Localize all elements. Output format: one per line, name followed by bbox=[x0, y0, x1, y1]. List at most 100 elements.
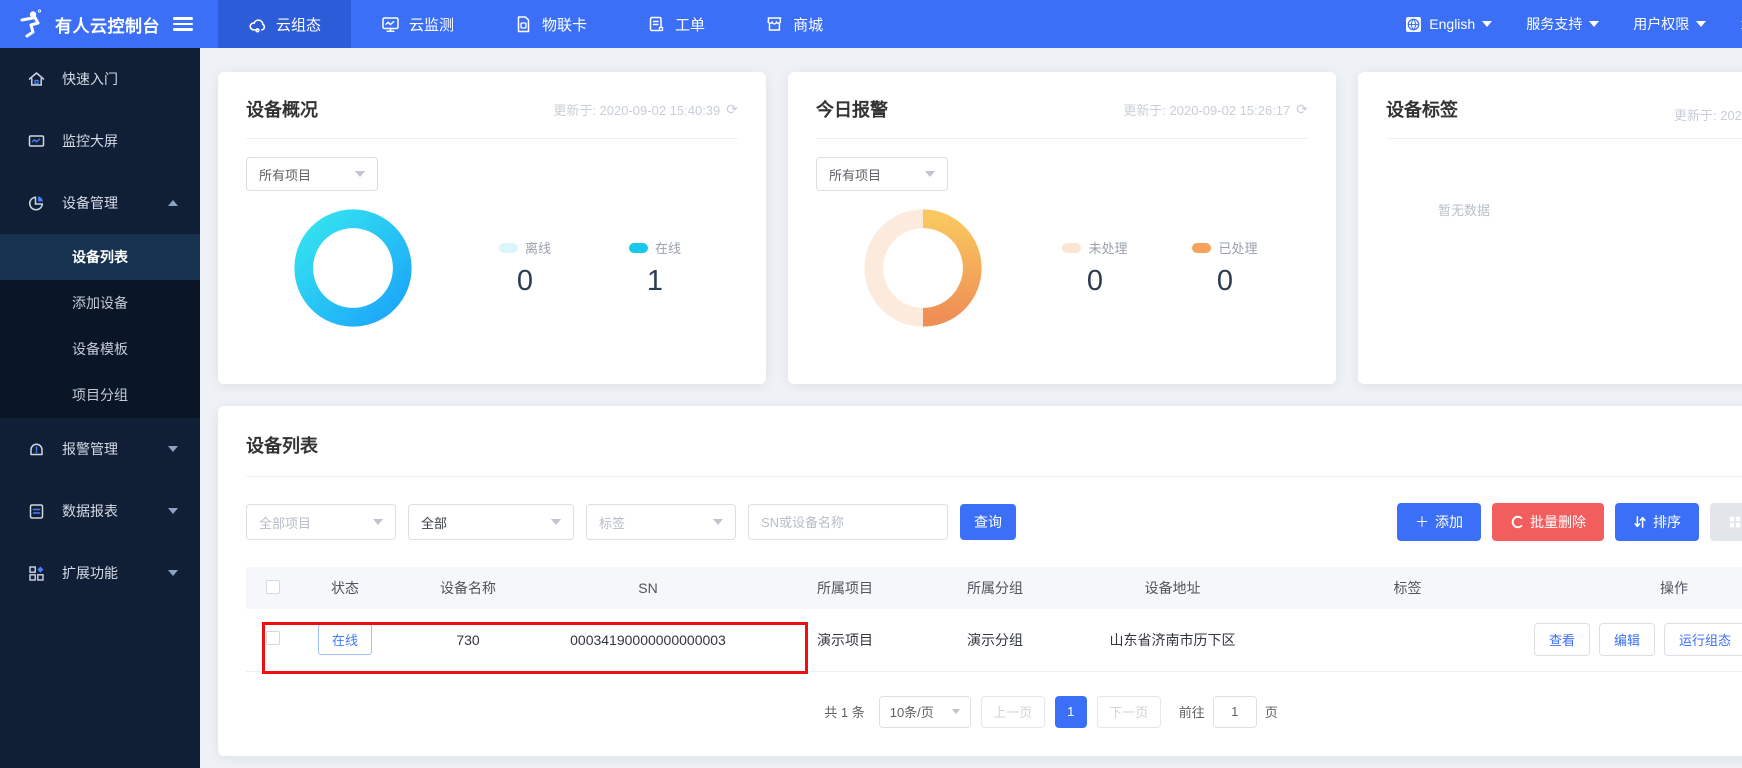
user-permissions-menu[interactable]: 用户权限 bbox=[1633, 14, 1706, 34]
chevron-down-icon bbox=[713, 519, 723, 525]
cell-device-name: 730 bbox=[390, 609, 546, 671]
mall-icon bbox=[765, 15, 784, 34]
sidebar-item-label: 监控大屏 bbox=[62, 131, 178, 151]
chevron-down-icon bbox=[373, 519, 383, 525]
language-switcher[interactable]: English bbox=[1405, 16, 1492, 33]
sidebar-item-extensions[interactable]: 扩展功能 bbox=[0, 542, 200, 604]
sidebar-item-data-reports[interactable]: 数据报表 bbox=[0, 480, 200, 542]
plus-icon: ＋ bbox=[1415, 512, 1429, 532]
cell-sn: 00034190000000000003 bbox=[546, 609, 750, 671]
status-filter-select[interactable]: 全部 bbox=[408, 504, 574, 540]
sort-icon bbox=[1633, 515, 1647, 529]
project-filter-select[interactable]: 全部项目 bbox=[246, 504, 396, 540]
row-checkbox[interactable] bbox=[266, 631, 280, 645]
select-value: 10条/页 bbox=[890, 702, 934, 721]
header-group: 所属分组 bbox=[940, 567, 1050, 609]
brand-title: 有人云控制台 bbox=[55, 12, 160, 37]
sidebar: 快速入门 监控大屏 设备管理 设备列表 bbox=[0, 48, 200, 768]
next-page-button[interactable]: 下一页 bbox=[1097, 696, 1161, 728]
report-icon bbox=[27, 502, 46, 521]
service-support-label: 服务支持 bbox=[1526, 14, 1582, 34]
alarm-status-donut-chart bbox=[856, 201, 990, 335]
brand: 有人云控制台 bbox=[0, 0, 218, 48]
run-scada-button[interactable]: 运行组态 bbox=[1664, 623, 1742, 656]
refresh-icon[interactable]: ⟳ bbox=[726, 101, 738, 118]
top-navigation: 云组态 云监测 物联卡 bbox=[218, 0, 1405, 48]
refresh-icon[interactable]: ⟳ bbox=[1296, 101, 1308, 118]
page-1-button[interactable]: 1 bbox=[1055, 696, 1087, 728]
sim-card-icon bbox=[514, 15, 533, 34]
select-all-checkbox[interactable] bbox=[266, 580, 280, 594]
goto-page: 前往 页 bbox=[1179, 696, 1278, 728]
row-actions: 查看 编辑 运行组态 bbox=[1520, 623, 1742, 656]
goto-page-input[interactable] bbox=[1213, 696, 1257, 728]
nav-label: 商城 bbox=[793, 14, 823, 35]
chevron-down-icon bbox=[1482, 21, 1492, 27]
sidebar-item-monitor-screen[interactable]: 监控大屏 bbox=[0, 110, 200, 172]
select-value: 全部项目 bbox=[259, 513, 311, 532]
nav-cloud-monitor[interactable]: 云监测 bbox=[351, 0, 484, 48]
nav-label: 云组态 bbox=[276, 14, 321, 35]
home-icon bbox=[27, 70, 46, 89]
export-button[interactable]: 导出 bbox=[1710, 503, 1742, 541]
goto-unit: 页 bbox=[1265, 702, 1278, 721]
select-value: 所有项目 bbox=[259, 165, 311, 184]
sidebar-item-label: 设备管理 bbox=[62, 193, 152, 213]
monitor-icon bbox=[381, 15, 400, 34]
sidebar-subitem-label: 设备模板 bbox=[72, 339, 128, 359]
topbar: 有人云控制台 云组态 云监测 bbox=[0, 0, 1742, 48]
nav-mall[interactable]: 商城 bbox=[735, 0, 853, 48]
nav-label: 云监测 bbox=[409, 14, 454, 35]
nav-iot-card[interactable]: 物联卡 bbox=[484, 0, 617, 48]
sidebar-item-label: 扩展功能 bbox=[62, 563, 152, 583]
chevron-up-icon bbox=[168, 200, 178, 206]
legend-value: 0 bbox=[1217, 265, 1233, 298]
topbar-right: English 服务支持 用户权限 1 bbox=[1405, 0, 1742, 48]
legend-swatch bbox=[1062, 243, 1081, 253]
device-management-submenu: 设备列表 添加设备 设备模板 项目分组 bbox=[0, 234, 200, 418]
sidebar-subitem-device-template[interactable]: 设备模板 bbox=[0, 326, 200, 372]
nav-label: 工单 bbox=[675, 14, 705, 35]
hamburger-menu-icon[interactable] bbox=[173, 17, 193, 31]
main-content: 设备概况 更新于: 2020-09-02 15:40:39 ⟳ 所有项目 bbox=[200, 48, 1742, 768]
tag-filter-select[interactable]: 标签 bbox=[586, 504, 736, 540]
edit-button[interactable]: 编辑 bbox=[1599, 623, 1655, 656]
table-row[interactable]: 在线 730 00034190000000000003 演示项目 演示分组 山东… bbox=[246, 609, 1742, 671]
device-status-donut-chart bbox=[286, 201, 420, 335]
device-overview-card: 设备概况 更新于: 2020-09-02 15:40:39 ⟳ 所有项目 bbox=[218, 72, 766, 384]
button-label: 添加 bbox=[1435, 512, 1463, 532]
add-device-button[interactable]: ＋ 添加 bbox=[1397, 503, 1481, 541]
sidebar-subitem-add-device[interactable]: 添加设备 bbox=[0, 280, 200, 326]
updated-timestamp: 更新于: 2020-09-02 15:40:39 ⟳ bbox=[553, 100, 738, 119]
nav-work-order[interactable]: 工单 bbox=[617, 0, 735, 48]
search-button[interactable]: 查询 bbox=[960, 504, 1016, 540]
sn-search-input[interactable] bbox=[748, 504, 948, 540]
sidebar-subitem-device-list[interactable]: 设备列表 bbox=[0, 234, 200, 280]
prev-page-button[interactable]: 上一页 bbox=[981, 696, 1045, 728]
cell-project: 演示项目 bbox=[750, 609, 940, 671]
batch-delete-button[interactable]: 批量删除 bbox=[1492, 503, 1604, 541]
sidebar-item-alarm-management[interactable]: 报警管理 bbox=[0, 418, 200, 480]
cell-tag bbox=[1295, 609, 1520, 671]
sidebar-subitem-project-group[interactable]: 项目分组 bbox=[0, 372, 200, 418]
chevron-down-icon bbox=[551, 519, 561, 525]
total-count: 共 1 条 bbox=[824, 702, 864, 721]
project-filter-select[interactable]: 所有项目 bbox=[246, 157, 378, 191]
sort-button[interactable]: 排序 bbox=[1615, 503, 1699, 541]
service-support-menu[interactable]: 服务支持 bbox=[1526, 14, 1599, 34]
header-address: 设备地址 bbox=[1050, 567, 1295, 609]
list-actions: ＋ 添加 批量删除 bbox=[1397, 503, 1742, 541]
status-badge[interactable]: 在线 bbox=[318, 624, 372, 655]
sidebar-item-device-management[interactable]: 设备管理 bbox=[0, 172, 200, 234]
page-size-select[interactable]: 10条/页 bbox=[879, 696, 971, 728]
device-tags-card: 设备标签 更新于: 2020 暂无数据 bbox=[1358, 72, 1742, 384]
button-label: 批量删除 bbox=[1530, 512, 1586, 532]
view-button[interactable]: 查看 bbox=[1534, 623, 1590, 656]
sidebar-item-quick-start[interactable]: 快速入门 bbox=[0, 48, 200, 110]
updated-timestamp: 更新于: 2020-09-02 15:26:17 ⟳ bbox=[1123, 100, 1308, 119]
nav-cloud-scada[interactable]: 云组态 bbox=[218, 0, 351, 48]
sidebar-subitem-label: 设备列表 bbox=[72, 247, 128, 267]
alarm-bell-icon bbox=[27, 440, 46, 459]
project-filter-select[interactable]: 所有项目 bbox=[816, 157, 948, 191]
device-list-section: 设备列表 全部项目 全部 标签 查询 bbox=[218, 406, 1742, 756]
